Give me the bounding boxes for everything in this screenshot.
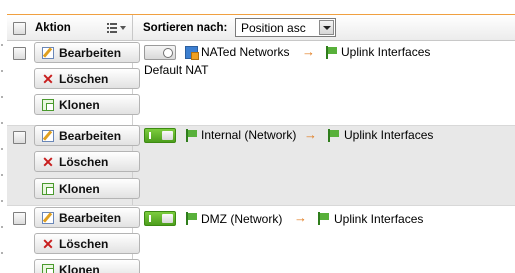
table-row: Bearbeiten ✕ Löschen Klonen DMZ (Network…: [7, 207, 515, 273]
delete-button[interactable]: ✕ Löschen: [34, 68, 140, 89]
sort-select-value: Position asc: [241, 21, 306, 35]
rule-source[interactable]: NATed Networks: [201, 45, 289, 59]
row-action-cell: Bearbeiten ✕ Löschen Klonen: [7, 125, 140, 205]
rule-toggle[interactable]: [144, 128, 176, 143]
rule-destination[interactable]: Uplink Interfaces: [344, 128, 433, 142]
network-flag-icon: [185, 212, 198, 225]
table-header: Aktion Sortieren nach: Position asc: [7, 14, 515, 41]
delete-button[interactable]: ✕ Löschen: [34, 233, 140, 254]
top-strip: [7, 0, 515, 14]
delete-icon: ✕: [42, 236, 54, 252]
delete-button-label: Löschen: [59, 72, 109, 86]
clone-icon: [42, 264, 54, 273]
sort-label: Sortieren nach:: [143, 22, 228, 34]
rule-comment: Default NAT: [144, 63, 209, 77]
edit-icon: [42, 130, 54, 142]
chevron-down-icon[interactable]: [319, 20, 334, 35]
delete-button[interactable]: ✕ Löschen: [34, 151, 140, 172]
row-action-cell: Bearbeiten ✕ Löschen Klonen: [7, 207, 140, 273]
interface-flag-icon: [325, 46, 338, 59]
rule-source[interactable]: Internal (Network): [201, 128, 296, 142]
clone-button-label: Klonen: [59, 182, 100, 196]
list-menu-icon[interactable]: [107, 22, 127, 34]
row-checkbox[interactable]: [13, 131, 26, 144]
edit-icon: [42, 47, 54, 59]
rule-destination[interactable]: Uplink Interfaces: [334, 212, 423, 226]
rule-toggle[interactable]: [144, 211, 176, 226]
header-action-cell: Aktion: [7, 15, 133, 41]
edit-icon: [42, 212, 54, 224]
rule-toggle[interactable]: [144, 45, 176, 60]
clone-icon: [42, 183, 54, 195]
interface-flag-icon: [327, 129, 340, 142]
delete-button-label: Löschen: [59, 155, 109, 169]
rule-destination[interactable]: Uplink Interfaces: [341, 45, 430, 59]
arrow-right-icon: →: [302, 44, 315, 59]
edit-button[interactable]: Bearbeiten: [34, 42, 140, 63]
delete-button-label: Löschen: [59, 237, 109, 251]
edit-button[interactable]: Bearbeiten: [34, 207, 140, 228]
edit-button-label: Bearbeiten: [59, 129, 122, 143]
table-row: Bearbeiten ✕ Löschen Klonen Internal (Ne…: [7, 125, 515, 206]
edit-button-label: Bearbeiten: [59, 46, 122, 60]
nat-network-icon: [185, 46, 199, 60]
action-column-label: Aktion: [35, 22, 71, 34]
row-action-cell: Bearbeiten ✕ Löschen Klonen: [7, 42, 140, 125]
arrow-right-icon: →: [294, 210, 307, 225]
row-checkbox[interactable]: [13, 212, 26, 225]
clone-button[interactable]: Klonen: [34, 259, 140, 273]
clone-button[interactable]: Klonen: [34, 178, 140, 199]
interface-flag-icon: [317, 212, 330, 225]
arrow-right-icon: →: [304, 127, 317, 142]
sort-select[interactable]: Position asc: [235, 18, 336, 37]
rule-source[interactable]: DMZ (Network): [201, 212, 282, 226]
select-all-checkbox[interactable]: [13, 22, 26, 35]
left-edge-dots: [0, 0, 4, 273]
clone-button-label: Klonen: [59, 263, 100, 273]
clone-icon: [42, 99, 54, 111]
edit-button[interactable]: Bearbeiten: [34, 125, 140, 146]
row-checkbox[interactable]: [13, 47, 26, 60]
table-row: Bearbeiten ✕ Löschen Klonen NATed Networ…: [7, 42, 515, 126]
edit-button-label: Bearbeiten: [59, 211, 122, 225]
delete-icon: ✕: [42, 71, 54, 87]
clone-button-label: Klonen: [59, 98, 100, 112]
clone-button[interactable]: Klonen: [34, 94, 140, 115]
network-flag-icon: [185, 129, 198, 142]
delete-icon: ✕: [42, 154, 54, 170]
